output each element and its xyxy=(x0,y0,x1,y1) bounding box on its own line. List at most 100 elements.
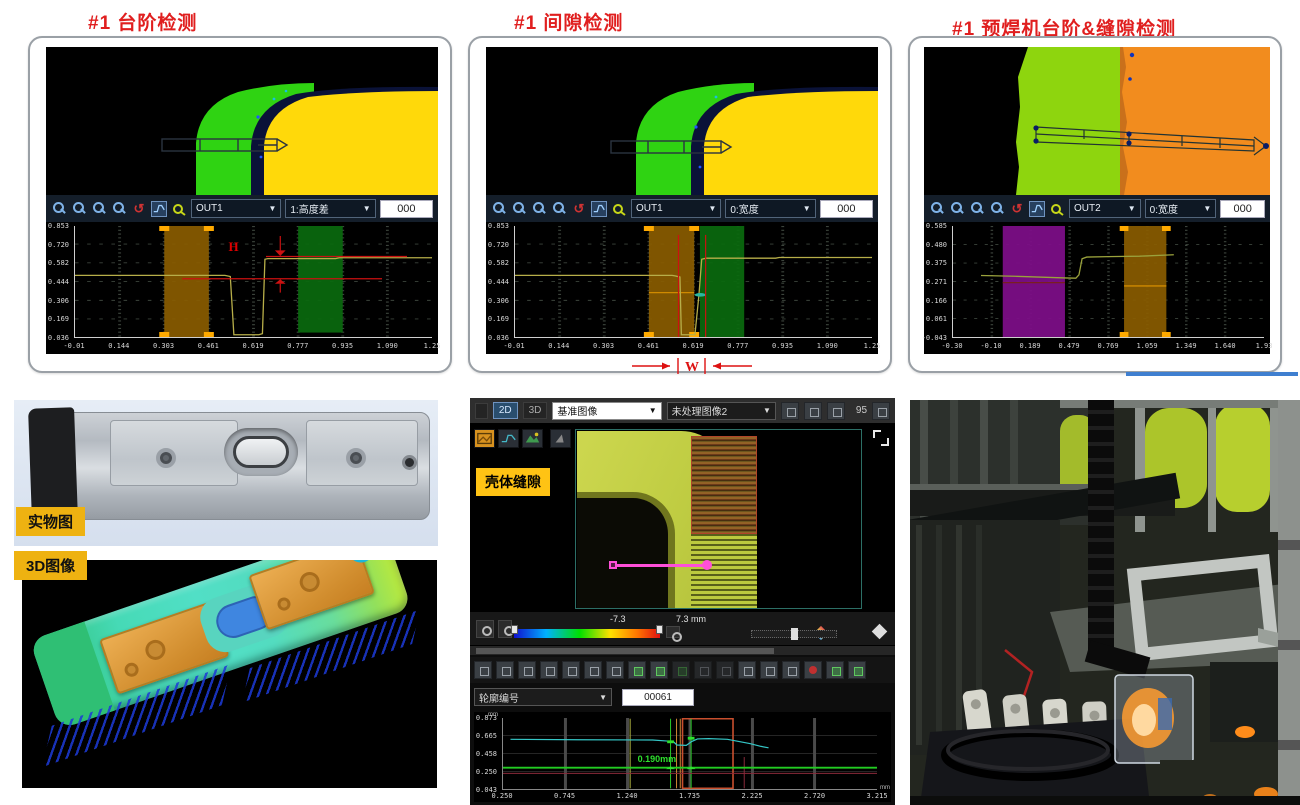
gradient-min-handle[interactable] xyxy=(511,625,518,634)
x-tick: -0.30 xyxy=(941,342,962,350)
profile-number-dropdown[interactable]: 轮廓编号 ▼ xyxy=(474,688,612,706)
zoom-in-icon[interactable] xyxy=(491,201,507,217)
y-tick: 0.720 xyxy=(48,241,69,249)
measure-tool-icon[interactable] xyxy=(1049,201,1065,217)
pan-icon[interactable] xyxy=(540,661,558,679)
x-unit-label: mm xyxy=(880,785,890,791)
gradient-max-handle[interactable] xyxy=(656,625,663,634)
x-tick: -0.10 xyxy=(980,342,1001,350)
processing-dropdown[interactable]: 未处理图像2 ▼ xyxy=(667,402,776,420)
zoom-in-icon[interactable] xyxy=(781,402,799,420)
measure-value-box[interactable]: 000 xyxy=(380,200,433,218)
terrain-view-icon[interactable] xyxy=(522,429,543,448)
annotate-icon[interactable] xyxy=(694,661,712,679)
image-source-dropdown[interactable]: 基准图像 ▼ xyxy=(552,402,661,420)
tab-3d[interactable]: 3D xyxy=(523,402,548,419)
fit-height-icon[interactable] xyxy=(584,661,602,679)
roi-icon[interactable] xyxy=(716,661,734,679)
fit-screen-icon[interactable] xyxy=(827,402,845,420)
output-channel-dropdown[interactable]: OUT1 ▼ xyxy=(631,199,721,218)
fullscreen-icon[interactable] xyxy=(873,430,889,446)
angle-view-icon[interactable] xyxy=(550,429,571,448)
y-tick: 0.169 xyxy=(488,315,509,323)
zoom-out-icon[interactable] xyxy=(804,402,822,420)
measure-angle-icon[interactable] xyxy=(782,661,800,679)
overlay-icon[interactable] xyxy=(672,661,690,679)
heightmap-view-icon[interactable] xyxy=(474,429,495,448)
horizontal-scrollbar[interactable] xyxy=(470,645,895,655)
reset-view-icon[interactable]: ↺ xyxy=(1009,201,1025,217)
zoom-fit-icon[interactable] xyxy=(969,201,985,217)
marker-diamond-icon[interactable] xyxy=(872,624,888,640)
y-tick: 0.458 xyxy=(476,750,497,758)
zoom-region-icon[interactable] xyxy=(989,201,1005,217)
measure-line-icon[interactable] xyxy=(760,661,778,679)
y-tick: 0.480 xyxy=(926,241,947,249)
range-icon[interactable] xyxy=(498,620,512,638)
measure-tool-icon[interactable] xyxy=(611,201,627,217)
output-channel-value: OUT2 xyxy=(1074,203,1101,214)
profile-compare-icon[interactable] xyxy=(650,661,668,679)
profile-dropdown-label: 轮廓编号 xyxy=(479,690,519,705)
position-slider[interactable] xyxy=(751,630,837,638)
chevron-down-icon: ▼ xyxy=(268,204,276,213)
part-inner-corner xyxy=(577,492,675,608)
measure-mode-value: 0:宽度 xyxy=(730,201,758,216)
pad-circle xyxy=(276,596,293,613)
zoom-in-icon[interactable] xyxy=(51,201,67,217)
profile-display-icon[interactable] xyxy=(591,201,607,217)
fit-width-icon[interactable] xyxy=(562,661,580,679)
profile-display-icon[interactable] xyxy=(1029,201,1045,217)
scrollbar-thumb[interactable] xyxy=(476,648,774,654)
zoom-out-icon[interactable] xyxy=(511,201,527,217)
chevron-down-icon: ▼ xyxy=(363,204,371,213)
select-tool-icon[interactable] xyxy=(474,661,492,679)
measure-box-icon[interactable] xyxy=(738,661,756,679)
output-channel-dropdown[interactable]: OUT1 ▼ xyxy=(191,199,281,218)
gap-profile-graph: 0.8530.7200.5820.4440.3060.1690.036 xyxy=(486,222,878,354)
settings-icon[interactable] xyxy=(476,620,494,638)
record-icon[interactable] xyxy=(804,661,822,679)
profile-select-row: 轮廓编号 ▼ 00061 xyxy=(470,685,895,709)
panel1-title: #1 台阶检测 xyxy=(88,8,197,35)
zoom-in-icon[interactable] xyxy=(929,201,945,217)
profile-number-value[interactable]: 00061 xyxy=(622,689,694,706)
gap-heightmap-image xyxy=(486,47,878,195)
zoom-in-icon[interactable] xyxy=(496,661,514,679)
output-channel-dropdown[interactable]: OUT2 ▼ xyxy=(1069,199,1141,218)
x-tick: 0.769 xyxy=(1097,342,1118,350)
measure-mode-dropdown[interactable]: 0:宽度 ▼ xyxy=(725,199,815,218)
gap-arrow-dot xyxy=(702,560,712,570)
auto-scale-icon[interactable] xyxy=(606,661,624,679)
reset-view-icon[interactable]: ↺ xyxy=(131,201,147,217)
grid-icon[interactable] xyxy=(628,661,646,679)
report-icon[interactable] xyxy=(848,661,866,679)
zoom-out-icon[interactable] xyxy=(949,201,965,217)
reset-view-icon[interactable]: ↺ xyxy=(571,201,587,217)
link-icon[interactable] xyxy=(666,626,680,638)
measure-value-box[interactable]: 000 xyxy=(820,200,873,218)
zoom-fit-icon[interactable] xyxy=(91,201,107,217)
measure-tool-icon[interactable] xyxy=(171,201,187,217)
zoom-fit-icon[interactable] xyxy=(531,201,547,217)
x-axis-ticks: -0.30-0.100.1890.4790.7691.0591.3491.640… xyxy=(952,341,1264,353)
user-icon[interactable] xyxy=(872,402,890,420)
tab-2d[interactable]: 2D xyxy=(493,402,518,419)
profile-display-icon[interactable] xyxy=(151,201,167,217)
zoom-region-icon[interactable] xyxy=(111,201,127,217)
zoom-out-icon[interactable] xyxy=(71,201,87,217)
measure-value-box[interactable]: 000 xyxy=(1220,200,1265,218)
measure-mode-dropdown[interactable]: 0:宽度 ▼ xyxy=(1145,199,1217,218)
zoom-region-icon[interactable] xyxy=(551,201,567,217)
slider-thumb[interactable] xyxy=(791,628,798,640)
y-tick: 0.720 xyxy=(488,241,509,249)
measure-region-2 xyxy=(700,226,744,337)
export-icon[interactable] xyxy=(826,661,844,679)
y-tick: 0.853 xyxy=(48,222,69,230)
layout-icon[interactable] xyxy=(475,403,488,419)
measure-mode-dropdown[interactable]: 1:高度差 ▼ xyxy=(285,199,375,218)
height-color-gradient[interactable] xyxy=(514,629,660,638)
zoom-out-icon[interactable] xyxy=(518,661,536,679)
profile-view-icon[interactable] xyxy=(498,429,519,448)
x-tick: 0.619 xyxy=(682,342,703,350)
